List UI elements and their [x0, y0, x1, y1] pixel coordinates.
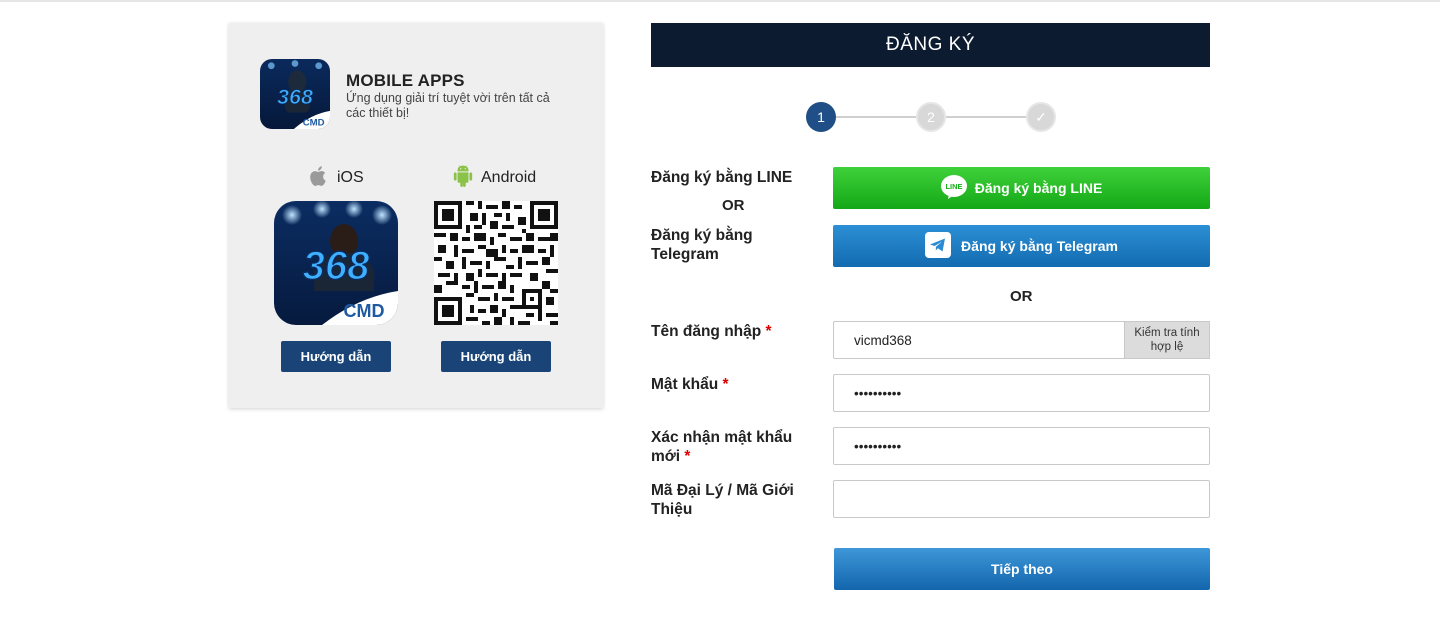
password-input[interactable]: ••••••••••: [854, 386, 901, 401]
line-register-label: Đăng ký bằng LINE: [651, 169, 793, 186]
apple-icon: [309, 165, 329, 192]
svg-text:368: 368: [277, 85, 313, 109]
confirm-password-field[interactable]: ••••••••••: [833, 427, 1210, 465]
username-field[interactable]: [833, 321, 1125, 359]
agent-code-field[interactable]: [833, 480, 1210, 518]
username-input[interactable]: [854, 332, 1124, 348]
required-mark: *: [722, 376, 729, 393]
ios-label: iOS: [337, 169, 364, 186]
required-mark: *: [765, 323, 772, 340]
password-label: Mật khẩu *: [651, 376, 729, 393]
app-logo-small: 368 CMD: [260, 59, 330, 129]
svg-text:LINE: LINE: [945, 182, 962, 191]
android-icon: [453, 164, 473, 192]
confirm-password-input[interactable]: ••••••••••: [854, 439, 901, 454]
required-mark: *: [684, 448, 691, 465]
svg-text:368: 368: [303, 244, 370, 288]
line-button-label: Đăng ký bằng LINE: [974, 180, 1103, 196]
android-qr-code: [434, 201, 558, 325]
android-guide-button[interactable]: Hướng dẫn: [441, 341, 551, 372]
or-separator-small: OR: [722, 197, 745, 214]
apps-title: MOBILE APPS: [346, 71, 465, 90]
svg-text:CMD: CMD: [303, 118, 325, 129]
line-register-button[interactable]: LINE Đăng ký bằng LINE: [833, 167, 1210, 209]
telegram-register-button[interactable]: Đăng ký bằng Telegram: [833, 225, 1210, 267]
top-divider: [0, 0, 1440, 2]
next-button[interactable]: Tiếp theo: [834, 548, 1210, 590]
android-label: Android: [481, 169, 537, 186]
agent-code-input[interactable]: [854, 491, 1209, 507]
password-field[interactable]: ••••••••••: [833, 374, 1210, 412]
apps-header: 368 CMD MOBILE APPS Ứng dụng giải trí tu…: [260, 59, 580, 131]
line-icon: LINE: [940, 174, 967, 202]
telegram-icon: [925, 231, 952, 261]
step-connector: [836, 116, 916, 118]
or-separator: OR: [1010, 288, 1033, 305]
ios-platform-label: iOS: [309, 163, 364, 193]
check-availability-button[interactable]: Kiểm tra tính hợp lệ: [1124, 321, 1210, 359]
apps-subtitle: Ứng dụng giải trí tuyệt vời trên tất cả …: [346, 91, 550, 120]
step-1: 1: [806, 102, 836, 132]
telegram-button-label: Đăng ký bằng Telegram: [961, 238, 1118, 254]
confirm-password-label: Xác nhận mật khẩu mới *: [651, 429, 793, 465]
step-connector: [946, 116, 1026, 118]
register-title: ĐĂNG KÝ: [651, 23, 1210, 67]
telegram-register-label: Đăng ký bằng Telegram: [651, 227, 753, 263]
svg-text:CMD: CMD: [344, 301, 385, 321]
agent-code-label: Mã Đại Lý / Mã Giới Thiệu: [651, 482, 794, 518]
ios-guide-button[interactable]: Hướng dẫn: [281, 341, 391, 372]
step-2: 2: [916, 102, 946, 132]
username-label: Tên đăng nhập *: [651, 323, 772, 340]
ios-app-icon[interactable]: 368 CMD: [274, 201, 398, 325]
step-indicator: 1 2 ✓: [806, 102, 1056, 132]
step-3-check-icon: ✓: [1026, 102, 1056, 132]
mobile-apps-panel: 368 CMD MOBILE APPS Ứng dụng giải trí tu…: [229, 23, 603, 408]
android-platform-label: Android: [453, 163, 536, 193]
